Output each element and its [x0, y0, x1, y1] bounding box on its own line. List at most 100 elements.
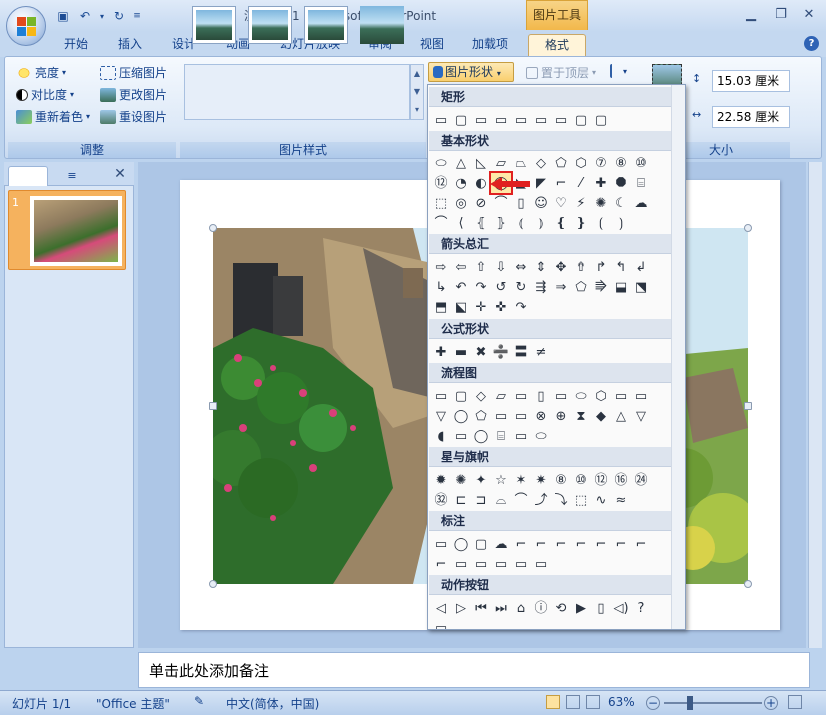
- shape-item[interactable]: ⌸: [491, 426, 511, 446]
- shape-item[interactable]: ⬠: [571, 277, 591, 297]
- minimize-icon[interactable]: ▁: [738, 6, 764, 24]
- shape-item[interactable]: ◯: [471, 426, 491, 446]
- help-icon[interactable]: ?: [804, 36, 819, 51]
- shape-item[interactable]: ↷: [471, 277, 491, 297]
- shape-item[interactable]: ◁: [431, 598, 451, 618]
- theme-name[interactable]: "Office 主题": [96, 695, 170, 712]
- shape-item[interactable]: ▭: [511, 554, 531, 574]
- align-button[interactable]: ▾: [610, 64, 627, 78]
- spellcheck-icon[interactable]: ✎: [194, 694, 204, 708]
- shape-item[interactable]: ▢: [451, 110, 471, 130]
- shape-item[interactable]: ⤵: [551, 490, 571, 510]
- zoom-out-icon[interactable]: −: [646, 696, 660, 710]
- shape-item[interactable]: ⯃: [611, 173, 631, 193]
- shape-item[interactable]: ⌐: [571, 534, 591, 554]
- shape-item[interactable]: ▱: [491, 153, 511, 173]
- shape-item[interactable]: ⌒: [491, 193, 511, 213]
- language-indicator[interactable]: 中文(简体，中国): [226, 695, 319, 712]
- picture-style-4[interactable]: [360, 6, 404, 44]
- shape-item[interactable]: ◺: [471, 153, 491, 173]
- shape-item[interactable]: ⓘ: [531, 598, 551, 618]
- brightness-button[interactable]: 亮度 ▾: [16, 64, 66, 81]
- shape-item[interactable]: ⬡: [571, 153, 591, 173]
- shape-item[interactable]: ⌐: [551, 534, 571, 554]
- shape-item[interactable]: ▭: [511, 406, 531, 426]
- gallery-scrollbar[interactable]: ▲ ▼ ▾: [410, 64, 424, 120]
- picture-style-3[interactable]: [304, 6, 348, 44]
- shape-item[interactable]: ▱: [491, 386, 511, 406]
- shape-item[interactable]: ◁): [611, 598, 631, 618]
- shape-item[interactable]: ☆: [491, 470, 511, 490]
- shape-item[interactable]: ⟮: [591, 213, 611, 233]
- shape-item[interactable]: ?: [631, 598, 651, 618]
- shape-item[interactable]: ▢: [591, 110, 611, 130]
- shape-item[interactable]: ✖: [471, 342, 491, 362]
- shape-item[interactable]: ♡: [551, 193, 571, 213]
- shape-item[interactable]: ⊘: [471, 193, 491, 213]
- shape-item[interactable]: ⇒: [551, 277, 571, 297]
- shape-item[interactable]: ◤: [531, 173, 551, 193]
- shape-item[interactable]: ⟲: [551, 598, 571, 618]
- shape-item[interactable]: ↺: [491, 277, 511, 297]
- shape-item[interactable]: ▭: [471, 554, 491, 574]
- shape-item[interactable]: ↱: [591, 257, 611, 277]
- shape-item[interactable]: ⦅: [511, 213, 531, 233]
- shape-item[interactable]: ⊐: [471, 490, 491, 510]
- shape-item[interactable]: ⏮: [471, 598, 491, 618]
- shape-item[interactable]: ▭: [491, 406, 511, 426]
- resize-handle-nw[interactable]: [209, 224, 217, 232]
- shape-item[interactable]: ⇔: [511, 257, 531, 277]
- shape-item[interactable]: ▢: [571, 110, 591, 130]
- shape-item[interactable]: ↲: [631, 257, 651, 277]
- change-picture-button[interactable]: 更改图片: [100, 86, 167, 103]
- undo-dropdown-icon[interactable]: ▾: [98, 8, 106, 24]
- shape-item[interactable]: ⬭: [531, 426, 551, 446]
- resize-handle-w[interactable]: [209, 402, 217, 410]
- customize-qat-icon[interactable]: ≡: [132, 8, 142, 24]
- shape-item[interactable]: ◐: [471, 173, 491, 193]
- zoom-slider[interactable]: [664, 702, 762, 704]
- shape-item[interactable]: ⚡: [571, 193, 591, 213]
- shape-item[interactable]: ▭: [491, 554, 511, 574]
- shape-item[interactable]: ▭: [531, 110, 551, 130]
- shape-item[interactable]: ≈: [611, 490, 631, 510]
- outline-tab[interactable]: ≡: [52, 166, 92, 186]
- shape-item[interactable]: ▯: [531, 386, 551, 406]
- shape-item[interactable]: ❵: [571, 213, 591, 233]
- shape-item[interactable]: ↷: [511, 297, 531, 317]
- slideshow-view-icon[interactable]: [586, 695, 600, 709]
- shape-item[interactable]: ◯: [451, 406, 471, 426]
- redo-icon[interactable]: ↻: [110, 8, 128, 24]
- shape-item[interactable]: ㉔: [631, 470, 651, 490]
- height-field[interactable]: 15.03 厘米: [712, 70, 790, 92]
- shape-item[interactable]: ▭: [451, 426, 471, 446]
- shape-item[interactable]: ▭: [631, 386, 651, 406]
- shape-item[interactable]: ⏢: [511, 153, 531, 173]
- shape-item[interactable]: ⑫: [591, 470, 611, 490]
- shape-item[interactable]: ⌐: [591, 534, 611, 554]
- normal-view-icon[interactable]: [546, 695, 560, 709]
- tab-format[interactable]: 格式: [528, 34, 586, 56]
- shape-item[interactable]: ⬠: [551, 153, 571, 173]
- shape-item[interactable]: ⑫: [431, 173, 451, 193]
- shape-item[interactable]: ▭: [431, 110, 451, 130]
- shape-item[interactable]: ▭: [511, 426, 531, 446]
- shape-item[interactable]: ⟨: [451, 213, 471, 233]
- shape-item[interactable]: ◆: [591, 406, 611, 426]
- shape-item[interactable]: ▭: [431, 386, 451, 406]
- shape-item[interactable]: △: [451, 153, 471, 173]
- contrast-button[interactable]: 对比度 ▾: [16, 86, 74, 103]
- shape-item[interactable]: ⬚: [431, 193, 451, 213]
- shape-item[interactable]: ✶: [511, 470, 531, 490]
- shape-item[interactable]: ⊕: [551, 406, 571, 426]
- shape-item[interactable]: ▯: [511, 193, 531, 213]
- compress-button[interactable]: 压缩图片: [100, 64, 167, 81]
- shape-item[interactable]: ⑩: [571, 470, 591, 490]
- shape-item[interactable]: ▭: [551, 110, 571, 130]
- shape-item[interactable]: ⇕: [531, 257, 551, 277]
- shape-item[interactable]: ✛: [471, 297, 491, 317]
- tab-insert[interactable]: 插入: [110, 34, 150, 56]
- shape-item[interactable]: ☺: [531, 193, 551, 213]
- tab-addins[interactable]: 加载项: [464, 34, 516, 56]
- resize-handle-e[interactable]: [744, 402, 752, 410]
